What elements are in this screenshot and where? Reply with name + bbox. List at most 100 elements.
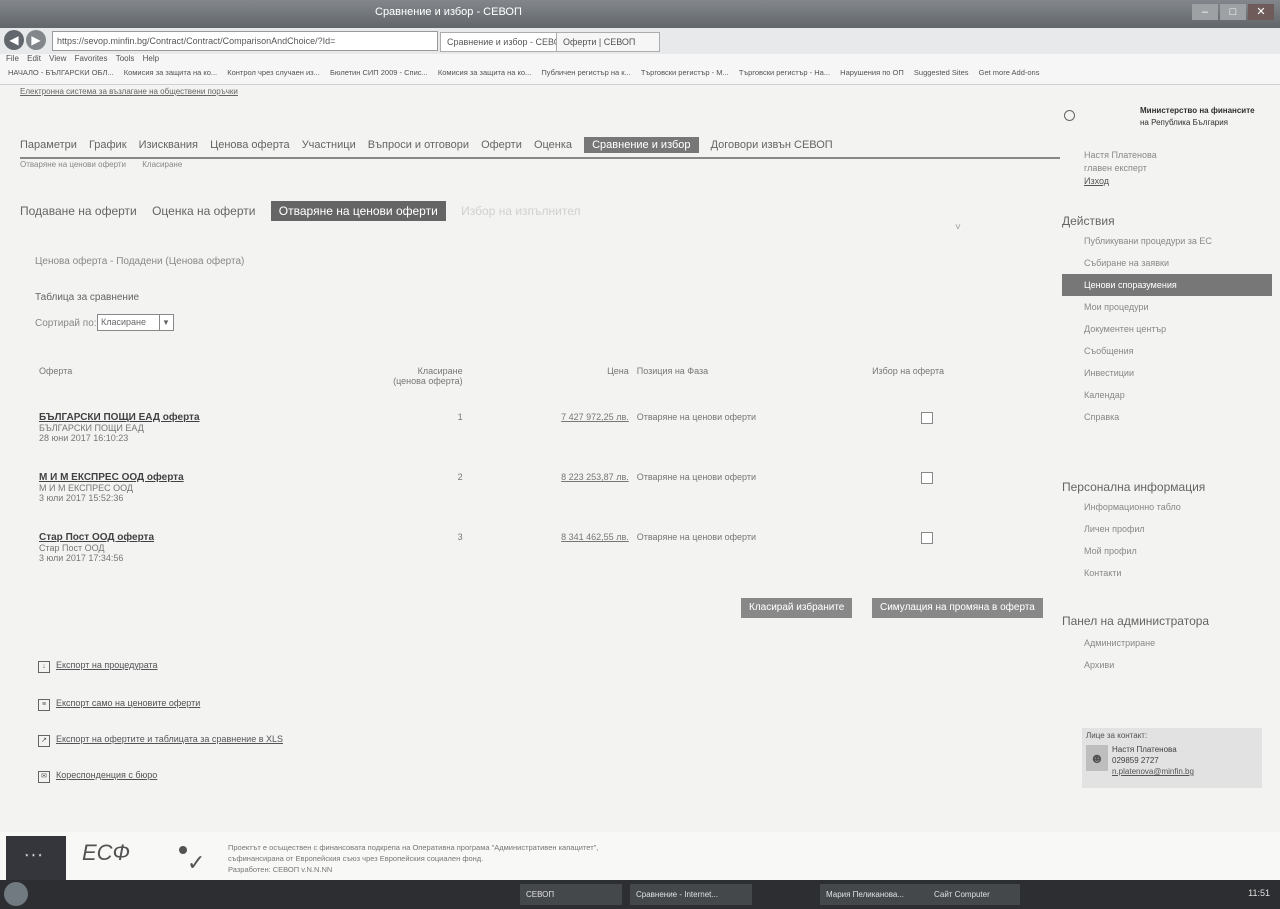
sidebar-item[interactable]: Личен профил (1062, 518, 1272, 540)
taskbar-item[interactable]: Сравнение - Internet... (630, 884, 752, 905)
step-evaluate-offers[interactable]: Оценка на оферти (152, 204, 255, 218)
close-icon[interactable]: ✕ (1248, 4, 1274, 20)
favorite-link[interactable]: Get more Add-ons (979, 68, 1040, 77)
tab-questions-answers[interactable]: Въпроси и отговори (368, 139, 469, 151)
step-submit-offers[interactable]: Подаване на оферти (20, 204, 137, 218)
logout-link[interactable]: Изход (1084, 176, 1109, 186)
tab-comparison-choice[interactable]: Сравнение и избор (584, 137, 699, 153)
correspondence-link[interactable]: ✉ Кореспонденция с бюро (38, 770, 157, 783)
export-price-offers-label[interactable]: Експорт само на ценовите оферти (56, 698, 200, 708)
tab-schedule[interactable]: График (89, 139, 127, 151)
sidebar-item[interactable]: Събиране на заявки (1062, 252, 1272, 274)
tab-contracts-outside[interactable]: Договори извън СЕВОП (711, 139, 833, 151)
export-xls-link[interactable]: ↗ Експорт на офертите и таблицата за срав… (38, 734, 283, 747)
browser-tab[interactable]: Оферти | СЕВОП (556, 32, 660, 52)
sidebar-item[interactable]: Мой профил (1062, 540, 1272, 562)
offer-price[interactable]: 8 223 253,87 лв. (467, 468, 633, 528)
sidebar-item[interactable]: Справка (1062, 406, 1272, 428)
offer-select-checkbox[interactable] (920, 472, 933, 484)
menu-tools[interactable]: Tools (116, 54, 135, 63)
sidebar-item[interactable]: Архиви (1062, 654, 1272, 676)
menu-view[interactable]: View (49, 54, 66, 63)
export-procedure-link[interactable]: ↓ Експорт на процедурата (38, 660, 158, 673)
address-bar[interactable]: https://sevop.minfin.bg/Contract/Contrac… (52, 31, 438, 51)
favorite-link[interactable]: Контрол чрез случаен из... (227, 68, 320, 77)
address-row: ◀ ▶ https://sevop.minfin.bg/Contract/Con… (0, 28, 1280, 54)
taskbar-item[interactable]: Мария Пеликанова... (820, 884, 932, 905)
settings-icon[interactable] (1064, 110, 1075, 121)
favorite-link[interactable]: Бюлетин СИП 2009 - Спис... (330, 68, 428, 77)
sidebar-item[interactable]: Информационно табло (1062, 496, 1272, 518)
favorite-link[interactable]: Търговски регистър - М... (641, 68, 729, 77)
table-row: М И М ЕКСПРЕС ООД оферта М И М ЕКСПРЕС О… (35, 468, 985, 528)
export-procedure-label[interactable]: Експорт на процедурата (56, 660, 158, 670)
chevron-down-icon[interactable]: ˅ (955, 222, 961, 233)
forward-icon[interactable]: ▶ (26, 30, 46, 50)
tab-participants[interactable]: Участници (302, 139, 356, 151)
export-price-offers-link[interactable]: ≡ Експорт само на ценовите оферти (38, 698, 200, 711)
sidebar-item[interactable]: Мои процедури (1062, 296, 1272, 318)
simulate-change-button[interactable]: Симулация на промяна в оферта (872, 598, 1043, 618)
offer-price[interactable]: 8 341 462,55 лв. (467, 528, 633, 588)
menu-edit[interactable]: Edit (27, 54, 41, 63)
menu-bar: File Edit View Favorites Tools Help (0, 54, 1280, 68)
column-header: Избор на оферта (872, 366, 944, 376)
favorite-link[interactable]: Нарушения по ОП (840, 68, 904, 77)
offer-link[interactable]: Стар Пост ООД оферта (39, 532, 326, 543)
favorite-link[interactable]: Публичен регистър на к... (541, 68, 630, 77)
maximize-icon[interactable]: □ (1220, 4, 1246, 20)
taskbar-item[interactable]: Сайт Computer (928, 884, 1020, 905)
offer-link[interactable]: М И М ЕКСПРЕС ООД оферта (39, 472, 326, 483)
favorite-link[interactable]: Комисия за защита на ко... (124, 68, 217, 77)
subtab-open-price-offers[interactable]: Отваряне на ценови оферти (20, 160, 126, 169)
window-controls: – □ ✕ (1192, 4, 1274, 20)
tab-offers[interactable]: Оферти (481, 139, 522, 151)
tab-price-offer[interactable]: Ценова оферта (210, 139, 290, 151)
sidebar-item[interactable]: Администриране (1062, 632, 1272, 654)
offer-rank: 2 (457, 472, 463, 482)
sub-navigation: Отваряне на ценови оферти Класиране (20, 160, 196, 169)
offer-select-checkbox[interactable] (920, 532, 933, 544)
sidebar-item[interactable]: Съобщения (1062, 340, 1272, 362)
step-open-price-offers[interactable]: Отваряне на ценови оферти (270, 201, 446, 221)
org-name-line1: Министерство на финансите (1140, 106, 1255, 115)
comparison-table: Оферта Класиране (ценова оферта) Цена По… (35, 362, 985, 588)
offer-link[interactable]: БЪЛГАРСКИ ПОЩИ ЕАД оферта (39, 412, 326, 423)
sidebar-item[interactable]: Документен център (1062, 318, 1272, 340)
back-icon[interactable]: ◀ (4, 30, 24, 50)
rank-selected-button[interactable]: Класирай избраните (741, 598, 853, 618)
sidebar-item-active[interactable]: Ценови споразумения (1062, 274, 1272, 296)
favorite-link[interactable]: Suggested Sites (914, 68, 969, 77)
sort-select[interactable]: Класиране ▼ (97, 314, 174, 331)
main-navigation: Параметри График Изисквания Ценова оферт… (20, 137, 1060, 159)
tab-evaluation[interactable]: Оценка (534, 139, 572, 151)
comparison-table-title: Таблица за сравнение (35, 292, 140, 303)
menu-help[interactable]: Help (143, 54, 159, 63)
favorite-link[interactable]: Комисия за защита на ко... (438, 68, 531, 77)
contact-email[interactable]: n.platenova@minfin.bg (1112, 767, 1194, 776)
offer-status: Отваряне на ценови оферти (636, 532, 756, 542)
tab-requirements[interactable]: Изисквания (139, 139, 198, 151)
sidebar-item[interactable]: Публикувани процедури за ЕС (1062, 230, 1272, 252)
offer-price[interactable]: 7 427 972,25 лв. (467, 408, 633, 468)
menu-file[interactable]: File (6, 54, 19, 63)
browser-tab-active[interactable]: Сравнение и избор - СЕВОП (440, 32, 564, 52)
start-button-icon[interactable] (4, 882, 28, 906)
sidebar-item[interactable]: Инвестиции (1062, 362, 1272, 384)
sidebar-item[interactable]: Контакти (1062, 562, 1272, 584)
favorite-link[interactable]: НАЧАЛО - БЪЛГАРСКИ ОБЛ... (8, 68, 114, 77)
correspondence-label[interactable]: Кореспонденция с бюро (56, 770, 157, 780)
footer-text: Проектът е осъществен с финансовата подк… (228, 842, 598, 875)
sidebar-item[interactable]: Календар (1062, 384, 1272, 406)
minimize-icon[interactable]: – (1192, 4, 1218, 20)
site-title-link[interactable]: Електронна система за възлагане на общес… (20, 87, 238, 96)
chevron-down-icon[interactable]: ▼ (159, 315, 172, 330)
taskbar-item[interactable]: СЕВОП (520, 884, 622, 905)
favorite-link[interactable]: Търговски регистър - На... (739, 68, 830, 77)
export-xls-label[interactable]: Експорт на офертите и таблицата за сравн… (56, 734, 283, 744)
column-header: Цена (607, 366, 629, 376)
offer-select-checkbox[interactable] (920, 412, 933, 424)
subtab-ranking[interactable]: Класиране (142, 160, 182, 169)
tab-parameters[interactable]: Параметри (20, 139, 77, 151)
menu-favorites[interactable]: Favorites (75, 54, 108, 63)
